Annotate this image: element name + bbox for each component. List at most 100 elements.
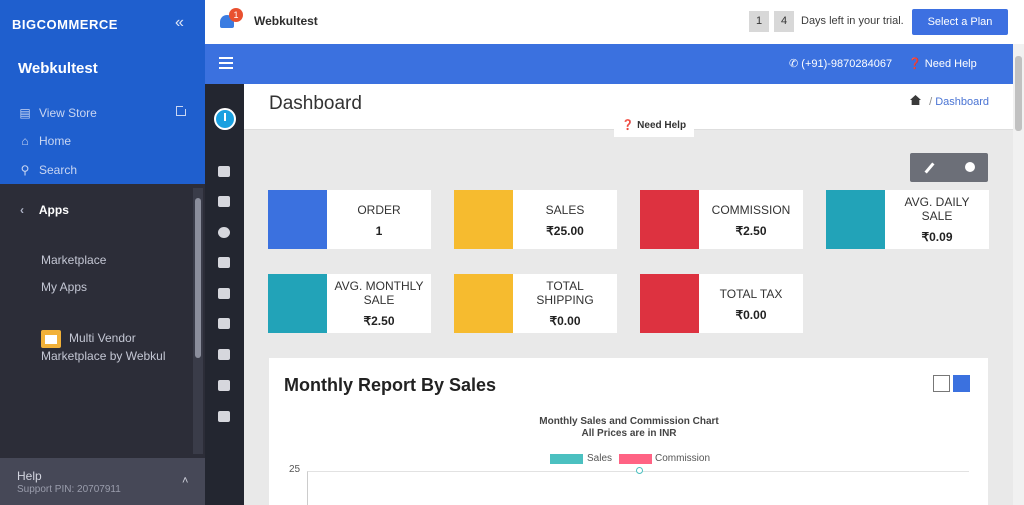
stat-label: TOTAL SHIPPING [536, 279, 594, 307]
question-icon: ❓ [621, 120, 635, 131]
select-plan-button[interactable]: Select a Plan [912, 9, 1008, 35]
globe-icon [268, 190, 327, 249]
notification-badge: 1 [229, 8, 243, 22]
chart-view-icon[interactable] [953, 375, 970, 392]
users-icon[interactable] [218, 257, 230, 268]
apps-panel: ‹ Apps Marketplace My Apps Multi Vendor … [0, 184, 205, 458]
multi-vendor-label[interactable]: Multi Vendor [69, 331, 136, 345]
legend-label-sales[interactable]: Sales [587, 453, 612, 464]
collapse-sidebar-icon[interactable]: « [175, 14, 184, 32]
top-bar: 1 Webkultest 1 4 Days left in your trial… [205, 0, 1024, 44]
dashboard-tools [910, 153, 988, 182]
apps-link-marketplace[interactable]: Marketplace [41, 253, 106, 267]
menu-icon[interactable] [219, 57, 233, 69]
dollar-icon [640, 190, 699, 249]
credit-card-icon[interactable] [218, 349, 230, 360]
stat-label: COMMISSION [711, 203, 791, 217]
logo-text: BIGCOMMERCE [12, 16, 118, 32]
need-help-link[interactable]: ❓ Need Help [908, 57, 977, 70]
power-icon[interactable] [214, 108, 236, 130]
paypal-icon[interactable] [218, 227, 230, 238]
need-help-chip-label: Need Help [637, 120, 687, 131]
nav-search[interactable]: ⚲ Search [18, 163, 77, 177]
nav-label: Home [39, 134, 72, 148]
settings-icon[interactable] [218, 318, 230, 329]
legend-swatch-commission[interactable] [619, 454, 652, 464]
nav-view-store[interactable]: ▤ View Store [18, 106, 97, 120]
home-icon[interactable] [910, 95, 921, 105]
y-axis-tick: 25 [289, 464, 301, 475]
chart-plot-area [307, 471, 969, 505]
chart-title: Monthly Sales and Commission Chart All P… [509, 416, 749, 440]
phone-icon: ✆ [789, 58, 799, 70]
stat-label: TOTAL TAX [719, 287, 783, 301]
app-header: ✆ (+91)-9870284067 ❓ Need Help [205, 44, 1013, 84]
need-help-chip[interactable]: ❓ Need Help [614, 115, 694, 137]
gear-icon[interactable] [965, 162, 975, 172]
stat-label: SALES [545, 203, 585, 217]
breadcrumb-separator: / [929, 96, 933, 108]
help-label: Help [17, 469, 42, 483]
stat-value: ₹2.50 [363, 314, 395, 328]
trend-icon [826, 190, 885, 249]
page-title: Dashboard [269, 93, 362, 114]
apps-back[interactable]: ‹ Apps [20, 203, 69, 217]
help-panel[interactable]: Help Support PIN: 20707911 ˄ [0, 458, 205, 505]
stat-value: ₹2.50 [735, 224, 767, 238]
stat-card-commission[interactable]: COMMISSION ₹2.50 [640, 190, 803, 249]
store-name: Webkultest [18, 60, 98, 77]
stat-card-avg-monthly[interactable]: AVG. MONTHLY SALE ₹2.50 [268, 274, 431, 333]
notification-bell-icon[interactable]: 1 [220, 8, 243, 30]
phone-link[interactable]: ✆ (+91)-9870284067 [789, 57, 892, 70]
trial-text: Days left in your trial. [801, 15, 904, 27]
store-title: Webkultest [254, 14, 318, 28]
table-view-icon[interactable] [933, 375, 950, 392]
sidebar-scrollbar[interactable] [193, 188, 203, 454]
bigcommerce-header: BIGCOMMERCE « Webkultest ▤ View Store ⌂ … [0, 0, 205, 184]
stat-value: ₹0.00 [735, 308, 767, 322]
stat-card-shipping[interactable]: TOTAL SHIPPING ₹0.00 [454, 274, 617, 333]
search-icon: ⚲ [20, 163, 30, 177]
apps-link-my-apps[interactable]: My Apps [41, 280, 87, 294]
multi-vendor-app-icon[interactable] [41, 330, 61, 348]
scrollbar-thumb[interactable] [195, 198, 201, 358]
need-help-label: Need Help [924, 58, 977, 70]
stat-card-avg-daily[interactable]: AVG. DAILY SALE ₹0.09 [826, 190, 989, 249]
nav-label: View Store [39, 106, 97, 120]
logout-icon[interactable] [218, 411, 230, 422]
id-card-icon[interactable] [218, 380, 230, 391]
trend-icon [268, 274, 327, 333]
cart-icon[interactable] [218, 196, 230, 207]
page-scrollbar[interactable] [1013, 44, 1024, 505]
document-icon[interactable] [218, 288, 230, 299]
stat-label: AVG. MONTHLY SALE [334, 279, 424, 307]
bigcommerce-logo[interactable]: BIGCOMMERCE [12, 14, 118, 34]
multi-vendor-sublabel[interactable]: Marketplace by Webkul [41, 349, 166, 363]
chevron-up-icon[interactable]: ˄ [182, 475, 188, 487]
legend-swatch-sales[interactable] [550, 454, 583, 464]
sales-data-point[interactable] [636, 467, 643, 474]
nav-home[interactable]: ⌂ Home [18, 134, 71, 148]
monthly-report-panel: Monthly Report By Sales Monthly Sales an… [269, 358, 988, 505]
stat-label: ORDER [357, 203, 401, 217]
phone-number: (+91)-9870284067 [801, 58, 893, 70]
home-icon[interactable] [218, 166, 230, 177]
brush-icon[interactable] [924, 162, 935, 174]
scrollbar-thumb[interactable] [1015, 56, 1022, 131]
external-link-icon[interactable] [176, 104, 188, 116]
stat-card-sales[interactable]: SALES ₹25.00 [454, 190, 617, 249]
stat-value: ₹0.09 [921, 230, 953, 244]
dollar-icon [454, 190, 513, 249]
trial-digit: 4 [774, 11, 794, 32]
chart-subtitle: All Prices are in INR [581, 428, 677, 439]
stat-card-order[interactable]: ORDER 1 [268, 190, 431, 249]
legend-label-commission[interactable]: Commission [655, 453, 710, 464]
chevron-left-icon: ‹ [20, 203, 24, 217]
stat-value: ₹0.00 [549, 314, 581, 328]
stat-value: ₹25.00 [546, 224, 584, 238]
stat-card-tax[interactable]: TOTAL TAX ₹0.00 [640, 274, 803, 333]
breadcrumb: / Dashboard [910, 95, 989, 108]
question-icon: ❓ [908, 58, 922, 70]
breadcrumb-current[interactable]: Dashboard [935, 96, 989, 108]
home-icon: ⌂ [21, 134, 29, 148]
